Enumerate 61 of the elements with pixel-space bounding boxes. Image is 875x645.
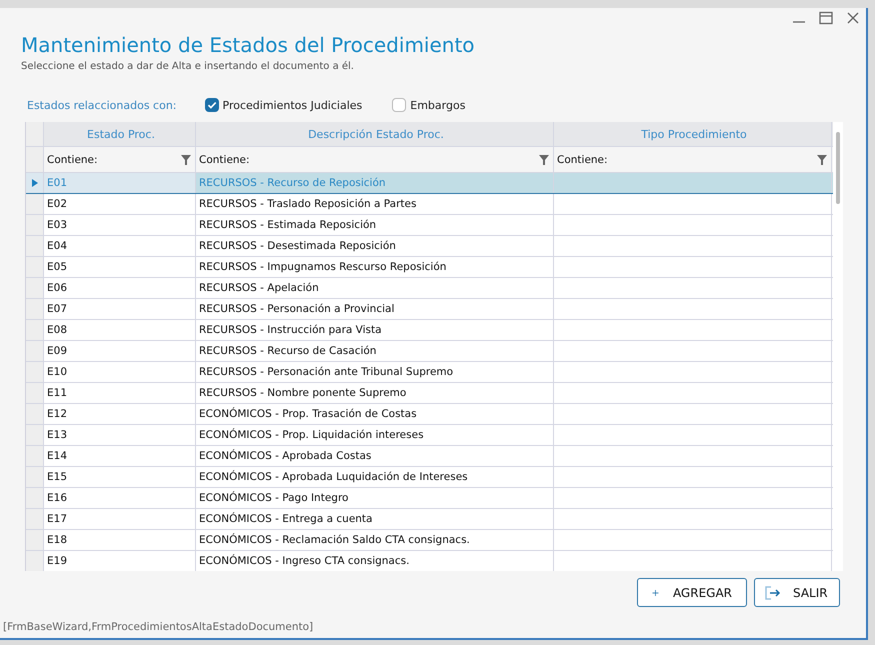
table-cell: E11	[47, 387, 67, 399]
filter-icon[interactable]	[817, 154, 827, 164]
table-cell: RECURSOS - Nombre ponente Supremo	[199, 387, 406, 399]
table-cell: RECURSOS - Instrucción para Vista	[199, 324, 382, 336]
table-cell: E10	[47, 366, 67, 378]
add-button[interactable]: AGREGAR	[637, 578, 747, 607]
filter-field[interactable]: Contiene:	[557, 154, 608, 166]
table-cell: E15	[47, 471, 67, 483]
table-cell: ECONÓMICOS - Entrega a cuenta	[199, 513, 372, 525]
table-cell: E02	[47, 198, 67, 210]
checkbox[interactable]	[392, 98, 406, 112]
table-cell: ECONÓMICOS - Aprobada Luquidación de Intereses	[199, 471, 468, 483]
table-cell: RECURSOS - Recurso de Reposición	[199, 177, 386, 189]
table-cell: ECONÓMICOS - Reclamación Saldo CTA consignacs.	[199, 534, 470, 546]
row-pointer-icon	[32, 179, 38, 187]
checkbox[interactable]	[204, 98, 219, 112]
window-title: Mantenimiento de Estados del Procedimiento	[21, 33, 476, 57]
scrollbar-thumb[interactable]	[836, 132, 840, 204]
table-cell: ECONÓMICOS - Ingreso CTA consignacs.	[199, 555, 410, 567]
close-icon[interactable]	[846, 11, 860, 25]
table-cell: E12	[47, 408, 67, 420]
exit-icon	[765, 586, 781, 600]
table-cell: RECURSOS - Estimada Reposición	[199, 219, 376, 231]
table-cell: E04	[47, 240, 67, 252]
window-subtitle: Seleccione el estado a dar de Alta e insertando el documento a él.	[21, 61, 355, 72]
table-cell: RECURSOS - Impugnamos Rescurso Reposición	[199, 261, 446, 273]
table-cell: E09	[47, 345, 67, 357]
table-cell: E16	[47, 492, 67, 504]
exit-button[interactable]: SALIR	[754, 578, 840, 607]
table-cell: RECURSOS - Personación ante Tribunal Supremo	[199, 366, 454, 378]
table-cell: RECURSOS - Apelación	[199, 282, 319, 294]
table-cell: ECONÓMICOS - Aprobada Costas	[199, 450, 372, 462]
maximize-icon[interactable]	[819, 11, 833, 25]
filter-icon[interactable]	[181, 154, 191, 164]
table-cell: RECURSOS - Traslado Reposición a Partes	[199, 198, 416, 210]
table-cell: E06	[47, 282, 67, 294]
table-cell: E08	[47, 324, 67, 336]
table-cell: ECONÓMICOS - Prop. Trasación de Costas	[199, 408, 417, 420]
filter-label: Estados relaccionados con:	[27, 98, 177, 112]
filter-field[interactable]: Contiene:	[47, 154, 98, 166]
table-cell: E07	[47, 303, 67, 315]
row-header[interactable]	[26, 173, 44, 193]
table-cell: E13	[47, 429, 67, 441]
table-cell: E18	[47, 534, 67, 546]
filter-icon[interactable]	[539, 154, 549, 164]
table-cell: E17	[47, 513, 67, 525]
checkbox-label[interactable]: Procedimientos Judiciales	[222, 98, 362, 112]
table-cell: E14	[47, 450, 67, 462]
checkmark-icon	[206, 99, 218, 111]
table-cell: RECURSOS - Personación a Provincial	[199, 303, 394, 315]
table-cell: ECONÓMICOS - Pago Integro	[199, 492, 348, 504]
checkbox-label[interactable]: Embargos	[410, 98, 466, 112]
table-cell: RECURSOS - Desestimada Reposición	[199, 240, 396, 252]
table-cell: E01	[47, 177, 67, 189]
status-text: [FrmBaseWizard,FrmProcedimientosAltaEstadoDocumento]	[3, 621, 314, 633]
table-cell: E05	[47, 261, 67, 273]
table-cell: RECURSOS - Recurso de Casación	[199, 345, 376, 357]
table-cell: E19	[47, 555, 67, 567]
table-cell: E03	[47, 219, 67, 231]
filter-field[interactable]: Contiene:	[199, 154, 250, 166]
table-cell: ECONÓMICOS - Prop. Liquidación intereses	[199, 429, 424, 441]
